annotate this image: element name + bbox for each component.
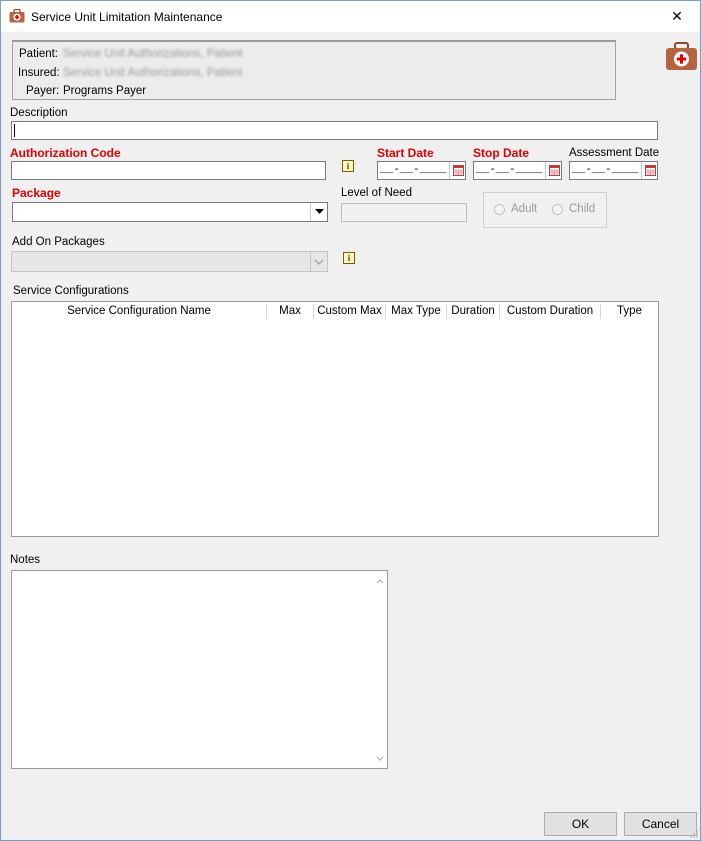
patient-label: Patient:: [19, 48, 58, 60]
package-label: Package: [12, 186, 61, 200]
level-of-need-input: [341, 203, 467, 222]
patient-value: Service Unit Authorizations, Patient: [63, 48, 243, 60]
start-date-value: __-__-____: [380, 164, 447, 176]
description-label: Description: [10, 107, 68, 119]
column-header-custom-duration[interactable]: Custom Duration: [500, 302, 600, 321]
calendar-icon: [453, 165, 464, 176]
stop-date-calendar-button[interactable]: [545, 162, 561, 179]
insured-label: Insured:: [18, 67, 60, 79]
scroll-down-icon[interactable]: [375, 754, 385, 764]
assessment-date-value: __-__-____: [572, 164, 639, 176]
adult-radio-label: Adult: [511, 203, 538, 215]
start-date-label: Start Date: [377, 146, 434, 160]
package-select[interactable]: [12, 202, 328, 222]
start-date-input[interactable]: __-__-____: [377, 161, 466, 180]
ok-button[interactable]: OK: [544, 812, 617, 836]
column-header-type[interactable]: Type: [601, 302, 658, 321]
child-radio-label: Child: [569, 203, 596, 215]
column-header-custom-max[interactable]: Custom Max: [314, 302, 385, 321]
chevron-down-icon: [314, 209, 324, 214]
resize-grip-icon[interactable]: [688, 828, 698, 838]
medical-kit-large-icon: [666, 42, 697, 70]
child-radio[interactable]: [552, 204, 563, 215]
patient-info-panel: Patient: Service Unit Authorizations, Pa…: [12, 40, 616, 100]
notes-label: Notes: [10, 554, 41, 566]
column-header-duration[interactable]: Duration: [447, 302, 499, 321]
scroll-up-icon[interactable]: [375, 576, 385, 586]
grid-header: Service Configuration Name Max Custom Ma…: [12, 302, 658, 321]
notes-textarea[interactable]: [11, 570, 388, 769]
adult-radio[interactable]: [494, 204, 505, 215]
calendar-icon: [549, 165, 560, 176]
column-header-service-configuration-name[interactable]: Service Configuration Name: [12, 302, 266, 321]
add-on-packages-dropdown-button[interactable]: [310, 252, 327, 271]
title-bar: Service Unit Limitation Maintenance ✕: [1, 1, 700, 32]
authorization-code-info-icon[interactable]: i: [342, 160, 354, 172]
service-configurations-label: Service Configurations: [13, 285, 129, 297]
column-header-max-type[interactable]: Max Type: [386, 302, 446, 321]
column-header-max[interactable]: Max: [267, 302, 313, 321]
dialog-window: Service Unit Limitation Maintenance ✕ Pa…: [0, 0, 701, 841]
package-dropdown-button[interactable]: [310, 203, 327, 221]
start-date-calendar-button[interactable]: [449, 162, 465, 179]
text-caret: [14, 124, 15, 137]
medical-kit-icon: [9, 9, 25, 23]
close-icon: ✕: [671, 8, 683, 24]
age-group-radio-group: Adult Child: [483, 192, 607, 228]
close-button[interactable]: ✕: [654, 1, 700, 31]
authorization-code-label: Authorization Code: [10, 146, 121, 160]
payer-label: Payer:: [26, 85, 60, 97]
payer-value: Programs Payer: [63, 85, 147, 97]
assessment-date-label: Assessment Date: [569, 147, 660, 159]
insured-value: Service Unit Authorizations, Patient: [63, 67, 243, 79]
window-title: Service Unit Limitation Maintenance: [31, 10, 223, 24]
calendar-icon: [645, 165, 656, 176]
add-on-packages-label: Add On Packages: [12, 236, 105, 248]
authorization-code-input[interactable]: [11, 161, 326, 180]
stop-date-label: Stop Date: [473, 146, 530, 160]
add-on-packages-select[interactable]: [11, 251, 328, 272]
service-configurations-grid[interactable]: Service Configuration Name Max Custom Ma…: [11, 301, 659, 537]
level-of-need-label: Level of Need: [341, 187, 412, 199]
assessment-date-input[interactable]: __-__-____: [569, 161, 658, 180]
assessment-date-calendar-button[interactable]: [641, 162, 657, 179]
description-input[interactable]: [11, 121, 658, 140]
add-on-packages-info-icon[interactable]: i: [343, 252, 355, 264]
stop-date-input[interactable]: __-__-____: [473, 161, 562, 180]
cancel-button[interactable]: Cancel: [624, 812, 697, 836]
chevron-down-icon: [314, 259, 324, 265]
stop-date-value: __-__-____: [476, 164, 543, 176]
